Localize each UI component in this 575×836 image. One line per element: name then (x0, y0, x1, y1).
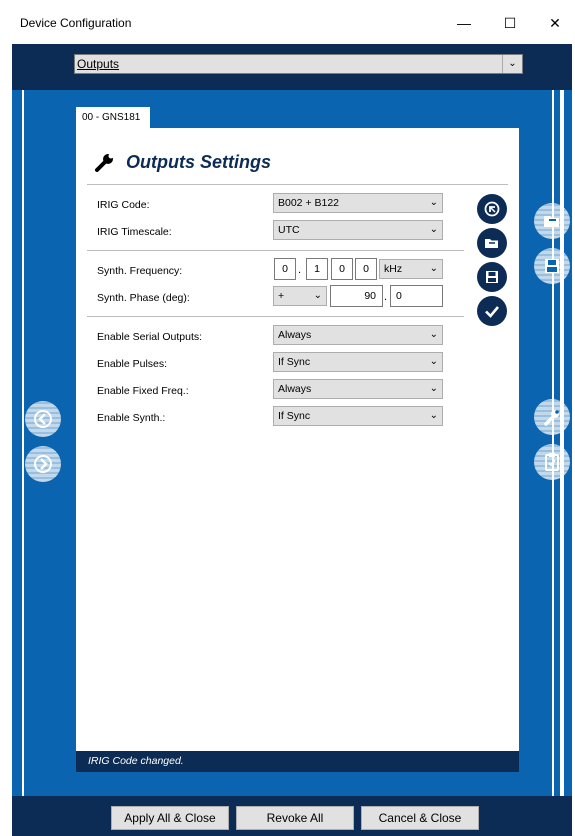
apply-all-close-button[interactable]: Apply All & Close (111, 806, 229, 830)
chevron-down-icon: ⌄ (429, 224, 438, 235)
pulses-value: If Sync (278, 356, 311, 368)
revoke-all-button[interactable]: Revoke All (236, 806, 354, 830)
synth-enable-select[interactable]: If Sync ⌄ (273, 406, 443, 426)
pulses-label: Enable Pulses: (97, 358, 168, 370)
chevron-down-icon: ⌄ (429, 197, 438, 208)
apply-button[interactable] (477, 296, 507, 326)
arrow-left-circle-icon (34, 410, 52, 428)
chevron-down-icon: ⌄ (429, 263, 438, 274)
minimize-button[interactable]: — (444, 10, 484, 36)
window-title: Device Configuration (20, 16, 132, 30)
synth-frequency-label: Synth. Frequency: (97, 265, 183, 277)
synth-phase-label: Synth. Phase (deg): (97, 292, 190, 304)
irig-code-label: IRIG Code: (97, 199, 150, 211)
synth-phase-integer-input[interactable]: 90 (330, 285, 383, 307)
pulses-select[interactable]: If Sync ⌄ (273, 352, 443, 372)
synth-phase-sign: + (278, 290, 285, 302)
folder-open-icon (544, 216, 559, 227)
open-file-side-button[interactable] (534, 203, 570, 239)
serial-outputs-label: Enable Serial Outputs: (97, 331, 203, 343)
clipboard-check-icon (545, 453, 559, 471)
arrow-right-circle-icon (34, 455, 52, 473)
chevron-down-icon: ⌄ (429, 356, 438, 367)
irig-code-value: B002 + B122 (278, 197, 340, 209)
synth-enable-value: If Sync (278, 410, 311, 422)
synth-frequency-unit: kHz (384, 263, 403, 275)
settings-side-button[interactable] (534, 399, 570, 435)
open-button[interactable] (477, 228, 507, 258)
checklist-side-button[interactable] (534, 444, 570, 480)
fixed-freq-value: Always (278, 383, 312, 395)
decimal-separator: . (384, 291, 388, 303)
chevron-down-icon: ⌄ (429, 329, 438, 340)
fixed-freq-select[interactable]: Always ⌄ (273, 379, 443, 399)
tab-device[interactable]: 00 - GNS181 (76, 107, 150, 129)
decor-stripe (552, 90, 554, 796)
status-bar: IRIG Code changed. (76, 751, 519, 772)
decimal-separator: . (298, 264, 302, 276)
chevron-down-icon[interactable]: ⌄ (502, 55, 522, 73)
save-icon (486, 271, 498, 283)
page-selector-dropdown[interactable]: Outputs ⌄ (74, 54, 523, 74)
close-button[interactable]: ✕ (535, 10, 575, 36)
page-title: Outputs Settings (126, 152, 271, 172)
synth-phase-sign-select[interactable]: + ⌄ (273, 286, 327, 306)
irig-timescale-value: UTC (278, 224, 300, 236)
window-frame-left (0, 44, 12, 836)
chevron-down-icon: ⌄ (429, 410, 438, 421)
divider (87, 184, 508, 185)
previous-button[interactable] (25, 401, 61, 437)
chevron-down-icon: ⌄ (429, 383, 438, 394)
wrench-icon (94, 151, 116, 176)
folder-open-icon (485, 239, 498, 248)
chevron-down-icon: ⌄ (313, 290, 322, 301)
save-button[interactable] (477, 262, 507, 292)
next-button[interactable] (25, 446, 61, 482)
irig-timescale-label: IRIG Timescale: (97, 226, 172, 238)
revert-button[interactable] (477, 194, 507, 224)
undo-icon (484, 201, 500, 217)
synth-phase-fraction-input[interactable]: 0 (390, 285, 443, 307)
cancel-close-button[interactable]: Cancel & Close (361, 806, 479, 830)
checkmark-icon (485, 306, 499, 318)
synth-frequency-digit[interactable]: 0 (274, 258, 296, 280)
save-icon (545, 259, 559, 273)
serial-outputs-value: Always (278, 329, 312, 341)
save-side-button[interactable] (534, 248, 570, 284)
synth-frequency-digit[interactable]: 0 (331, 258, 353, 280)
wrench-icon (544, 410, 559, 426)
decor-stripe (560, 90, 564, 796)
serial-outputs-select[interactable]: Always ⌄ (273, 325, 443, 345)
synth-enable-label: Enable Synth.: (97, 412, 166, 424)
divider (87, 316, 464, 317)
fixed-freq-label: Enable Fixed Freq.: (97, 385, 189, 397)
irig-timescale-select[interactable]: UTC ⌄ (273, 220, 443, 240)
irig-code-select[interactable]: B002 + B122 ⌄ (273, 193, 443, 213)
synth-frequency-digit[interactable]: 1 (306, 258, 328, 280)
synth-frequency-digit[interactable]: 0 (355, 258, 377, 280)
synth-frequency-unit-select[interactable]: kHz ⌄ (379, 259, 443, 279)
divider (87, 250, 464, 251)
maximize-button[interactable]: ☐ (490, 10, 530, 36)
page-selector-value: Outputs (77, 57, 120, 71)
decor-stripe (22, 90, 24, 796)
